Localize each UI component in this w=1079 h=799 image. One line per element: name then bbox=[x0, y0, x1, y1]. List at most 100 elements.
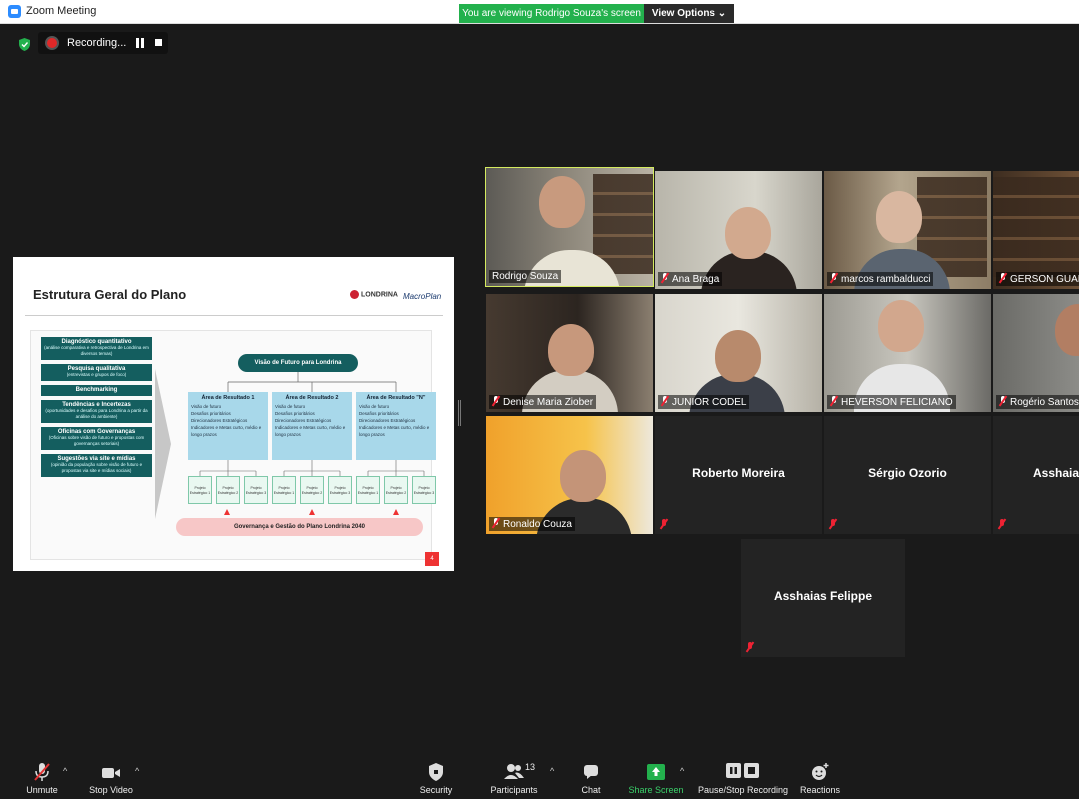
result-area-1: Área de Resultado 1 Visão de futuro Desa… bbox=[188, 392, 268, 460]
participants-caret-icon[interactable]: ^ bbox=[550, 766, 554, 776]
muted-mic-icon bbox=[999, 396, 1007, 406]
area-item: Desafios prioritários bbox=[275, 411, 315, 416]
participants-icon bbox=[504, 764, 524, 779]
area-item: Indicadores e Metas curto, médio e longo… bbox=[359, 425, 430, 437]
pause-stop-recording-label: Pause/Stop Recording bbox=[697, 785, 789, 795]
area-item: Desafios prioritários bbox=[359, 411, 399, 416]
area-title: Área de Resultado "N" bbox=[366, 395, 426, 401]
participant-count: 13 bbox=[525, 762, 536, 772]
recording-label: Recording... bbox=[67, 37, 127, 49]
project-box: Projeto Estratégico 3 bbox=[244, 476, 268, 504]
reactions-button[interactable]: Reactions bbox=[798, 759, 842, 799]
video-tile[interactable]: Ana Braga bbox=[655, 171, 822, 289]
view-options-button[interactable]: View Options ⌄ bbox=[644, 4, 734, 23]
area-title: Área de Resultado 2 bbox=[285, 395, 339, 401]
project-box: Projeto Estratégico 1 bbox=[272, 476, 296, 504]
result-area-2: Área de Resultado 2 Visão de futuro Desa… bbox=[272, 392, 352, 460]
participant-name: HEVERSON FELICIANO bbox=[841, 397, 953, 408]
project-box: Projeto Estratégico 3 bbox=[328, 476, 352, 504]
prefeitura-londrina-logo: LONDRINA bbox=[350, 290, 398, 299]
muted-mic-icon bbox=[999, 273, 1007, 283]
participants-label: Participants bbox=[490, 785, 538, 795]
audio-options-caret-icon[interactable]: ^ bbox=[63, 766, 67, 776]
participants-button[interactable]: 13 Participants bbox=[487, 759, 541, 799]
video-tile[interactable]: Sérgio Ozorio bbox=[824, 416, 991, 534]
area-item: Indicadores e Metas curto, médio e longo… bbox=[191, 425, 262, 437]
unmute-button[interactable]: Unmute bbox=[18, 759, 66, 799]
pause-recording-icon[interactable] bbox=[136, 38, 144, 48]
video-tile[interactable]: Asshaias Felippe bbox=[741, 539, 905, 657]
viewing-screen-banner: You are viewing Rodrigo Souza's screen bbox=[459, 4, 644, 23]
security-label: Security bbox=[419, 785, 453, 795]
participant-name-tag: HEVERSON FELICIANO bbox=[827, 395, 956, 409]
participant-name: Asshaias bbox=[1033, 466, 1079, 480]
project-box: Projeto Estratégico 2 bbox=[300, 476, 324, 504]
slide-page-number: 4 bbox=[425, 552, 439, 566]
encryption-shield-icon[interactable] bbox=[19, 38, 30, 51]
shared-screen[interactable]: Estrutura Geral do Plano LONDRINA MacroP… bbox=[13, 257, 454, 571]
stop-recording-icon[interactable] bbox=[155, 39, 162, 46]
share-screen-button[interactable]: Share Screen bbox=[628, 759, 684, 799]
share-screen-label: Share Screen bbox=[628, 785, 684, 795]
chat-bubble-icon bbox=[584, 765, 598, 779]
stop-video-button[interactable]: Stop Video bbox=[85, 759, 137, 799]
share-options-caret-icon[interactable]: ^ bbox=[680, 766, 684, 776]
participant-head bbox=[725, 207, 771, 259]
pause-stop-recording-button[interactable]: Pause/Stop Recording bbox=[697, 759, 789, 799]
window-title: Zoom Meeting bbox=[26, 5, 97, 17]
muted-mic-icon bbox=[830, 273, 838, 283]
slide-diagram: Diagnóstico quantitativo (análise compara… bbox=[30, 330, 436, 560]
project-box: Projeto Estratégico 3 bbox=[412, 476, 436, 504]
unmute-label: Unmute bbox=[26, 785, 58, 795]
video-tile[interactable]: Ronaldo Couza bbox=[486, 416, 653, 534]
reactions-smiley-icon bbox=[812, 763, 829, 780]
stop-video-label: Stop Video bbox=[89, 785, 133, 795]
video-tile[interactable]: GERSON GUARI bbox=[993, 171, 1079, 289]
muted-mic-icon bbox=[492, 396, 500, 406]
video-tile[interactable]: marcos rambalducci bbox=[824, 171, 991, 289]
area-item: Direcionadores Estratégicos bbox=[275, 418, 332, 423]
video-tile[interactable]: JUNIOR CODEL bbox=[655, 294, 822, 412]
muted-mic-icon bbox=[492, 518, 500, 528]
split-resize-handle[interactable] bbox=[458, 400, 461, 426]
video-tile[interactable]: Rogério Santos bbox=[993, 294, 1079, 412]
participant-name: Denise Maria Ziober bbox=[503, 397, 594, 408]
pause-stop-icon bbox=[726, 763, 759, 778]
video-tile[interactable]: Roberto Moreira bbox=[655, 416, 822, 534]
participant-name-tag: GERSON GUARI bbox=[996, 272, 1079, 286]
area-item: Visão de futuro bbox=[275, 404, 306, 409]
reactions-label: Reactions bbox=[799, 785, 841, 795]
governance-bar: Governança e Gestão do Plano Londrina 20… bbox=[176, 518, 423, 536]
participant-name: GERSON GUARI bbox=[1010, 274, 1079, 285]
participant-name-tag: Ana Braga bbox=[658, 272, 723, 286]
participant-name: Rogério Santos bbox=[1010, 397, 1079, 408]
chat-button[interactable]: Chat bbox=[576, 759, 606, 799]
chat-label: Chat bbox=[581, 785, 601, 795]
participant-head bbox=[548, 324, 594, 376]
participant-head bbox=[878, 300, 924, 352]
video-tile[interactable]: HEVERSON FELICIANO bbox=[824, 294, 991, 412]
area-item: Indicadores e Metas curto, médio e longo… bbox=[275, 425, 346, 437]
recording-indicator: Recording... bbox=[38, 32, 168, 54]
video-camera-icon bbox=[102, 768, 120, 778]
muted-mic-icon bbox=[661, 396, 669, 406]
muted-mic-icon bbox=[660, 519, 668, 529]
video-tile[interactable]: Denise Maria Ziober bbox=[486, 294, 653, 412]
security-button[interactable]: Security bbox=[416, 759, 456, 799]
zoom-app-icon bbox=[8, 5, 21, 18]
participant-name-tag: marcos rambalducci bbox=[827, 272, 934, 286]
muted-mic-icon bbox=[746, 642, 754, 652]
video-options-caret-icon[interactable]: ^ bbox=[135, 766, 139, 776]
participant-name-tag: Ronaldo Couza bbox=[489, 517, 575, 531]
participant-name-tag: JUNIOR CODEL bbox=[658, 395, 750, 409]
project-box: Projeto Estratégico 2 bbox=[216, 476, 240, 504]
video-tile[interactable]: Rodrigo Souza bbox=[485, 167, 654, 287]
participant-name: Ana Braga bbox=[672, 274, 720, 285]
video-tile[interactable]: Asshaias bbox=[993, 416, 1079, 534]
participant-name: Roberto Moreira bbox=[692, 466, 785, 480]
area-item: Direcionadores Estratégicos bbox=[359, 418, 416, 423]
macroplan-logo: MacroPlan bbox=[403, 292, 442, 301]
meeting-toolbar: Unmute ^ Stop Video ^ Security 13 Partic… bbox=[0, 759, 1079, 799]
participant-head bbox=[539, 176, 585, 228]
participant-name-tag: Denise Maria Ziober bbox=[489, 395, 597, 409]
